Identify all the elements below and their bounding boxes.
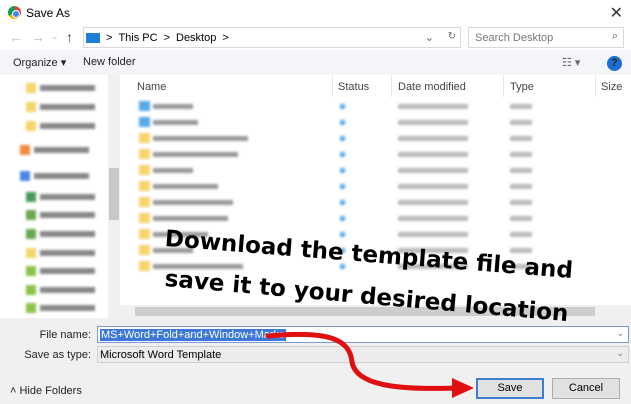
red-arrow <box>265 331 474 398</box>
